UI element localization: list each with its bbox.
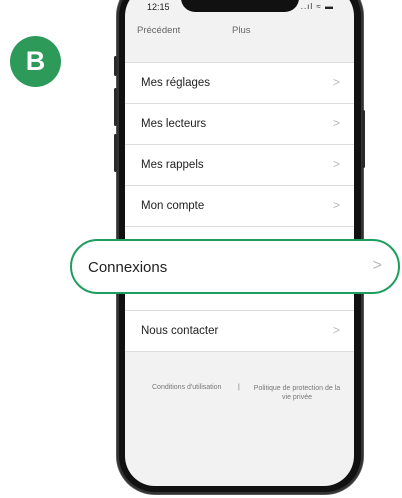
- chevron-right-icon: >: [372, 257, 382, 274]
- menu-item-contact[interactable]: Nous contacter >: [125, 311, 354, 352]
- chevron-right-icon: >: [332, 75, 340, 89]
- chevron-right-icon: >: [332, 198, 340, 212]
- menu-item-rappels[interactable]: Mes rappels >: [125, 145, 354, 186]
- notch: [181, 0, 299, 12]
- terms-link[interactable]: Conditions d'utilisation: [152, 384, 221, 391]
- privacy-link[interactable]: Politique de protection de la vie privée: [249, 384, 345, 402]
- step-badge: B: [10, 36, 61, 87]
- menu-item-label: Mes réglages: [141, 77, 211, 89]
- menu-item-label: Mes rappels: [141, 159, 204, 171]
- phone-side-button-right: [362, 110, 365, 168]
- chevron-right-icon: >: [332, 323, 340, 337]
- nav-bar: Précédent Plus: [125, 12, 354, 48]
- chevron-right-icon: >: [332, 116, 340, 130]
- chevron-right-icon: >: [332, 157, 340, 171]
- menu-item-label: Mes lecteurs: [141, 118, 207, 130]
- menu-item-compte[interactable]: Mon compte >: [125, 186, 354, 227]
- settings-menu: Mes réglages > Mes lecteurs > Mes rappel…: [125, 62, 354, 352]
- status-time: 12:15: [147, 2, 170, 12]
- menu-item-label: Nous contacter: [141, 325, 219, 337]
- footer-separator: |: [238, 384, 240, 391]
- menu-item-label: Mon compte: [141, 200, 205, 212]
- phone-side-button-left-1: [114, 56, 117, 76]
- nav-title: Plus: [232, 25, 251, 36]
- phone-side-button-left-3: [114, 134, 117, 172]
- connexions-button-highlighted[interactable]: Connexions >: [70, 239, 400, 294]
- menu-item-reglages[interactable]: Mes réglages >: [125, 63, 354, 104]
- menu-item-lecteurs[interactable]: Mes lecteurs >: [125, 104, 354, 145]
- status-icons: ..ıl ≈ ▬: [300, 2, 334, 11]
- phone-side-button-left-2: [114, 88, 117, 126]
- connexions-label: Connexions: [88, 259, 168, 276]
- back-button[interactable]: Précédent: [137, 25, 180, 36]
